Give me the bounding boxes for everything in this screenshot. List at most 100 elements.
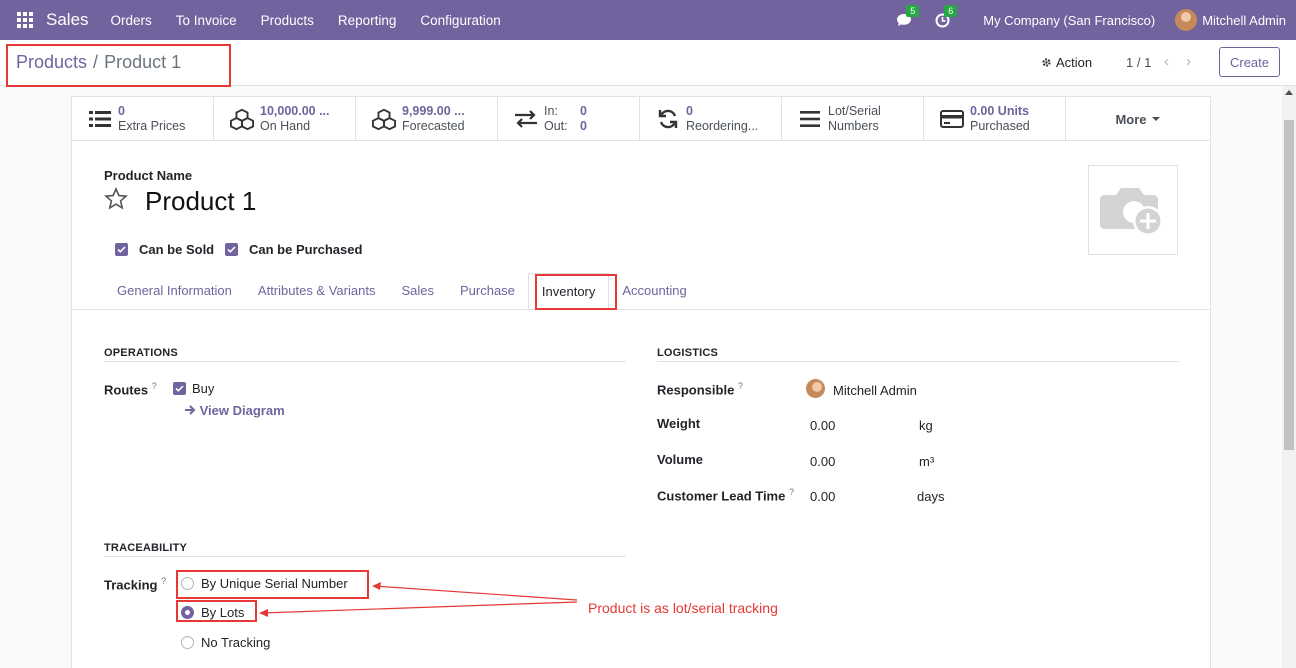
scroll-thumb[interactable]	[1284, 120, 1294, 450]
annotation-inventory-tab-box	[535, 274, 617, 310]
tracking-none-label: No Tracking	[201, 635, 271, 650]
lead-time-help-icon[interactable]: ?	[789, 487, 794, 497]
in-out-button[interactable]: In: 0 Out: 0	[498, 97, 640, 141]
top-navbar: Sales Orders To Invoice Products Reporti…	[0, 0, 1296, 40]
menu-products[interactable]: Products	[261, 13, 314, 28]
tab-purchase[interactable]: Purchase	[447, 273, 528, 309]
gear-icon	[1042, 58, 1051, 67]
can-be-purchased-field[interactable]: Can be Purchased	[225, 242, 362, 257]
operations-title: OPERATIONS	[104, 347, 178, 359]
arrow-right-icon	[185, 405, 196, 415]
tracking-none-radio[interactable]	[181, 636, 194, 649]
exchange-icon	[514, 107, 538, 131]
volume-unit: m³	[919, 454, 935, 469]
extra-prices-value: 0	[118, 104, 125, 118]
cubes-icon	[230, 107, 254, 131]
action-button[interactable]: Action	[1041, 55, 1092, 70]
menu-to-invoice[interactable]: To Invoice	[176, 13, 237, 28]
can-be-sold-field[interactable]: Can be Sold	[115, 242, 214, 257]
lot-serial-button[interactable]: Lot/Serial Numbers	[782, 97, 924, 141]
responsible-avatar	[806, 379, 825, 398]
menu-configuration[interactable]: Configuration	[420, 13, 500, 28]
forecasted-button[interactable]: 9,999.00 ... Forecasted	[356, 97, 498, 141]
pager-previous-icon[interactable]: ‹	[1164, 53, 1169, 70]
smart-buttons-bar: 0 Extra Prices 10,000.00 ... On Hand 9,999…	[72, 97, 1210, 141]
tabs-divider	[72, 309, 1210, 310]
route-buy-label: Buy	[192, 381, 215, 396]
weight-input[interactable]: 0.00	[810, 418, 835, 433]
annotation-serial-box	[176, 570, 369, 599]
customer-lead-time-input[interactable]: 0.00	[810, 489, 835, 504]
routes-help-icon[interactable]: ?	[152, 381, 157, 391]
can-be-sold-checkbox[interactable]	[115, 243, 128, 256]
weight-label: Weight	[657, 416, 701, 431]
tab-accounting[interactable]: Accounting	[609, 273, 699, 309]
on-hand-value: 10,000.00 ...	[260, 104, 330, 118]
can-be-sold-label: Can be Sold	[139, 242, 215, 257]
forecasted-value: 9,999.00 ...	[402, 104, 465, 118]
routes-label: Routes ?	[104, 381, 157, 397]
app-brand[interactable]: Sales	[46, 10, 89, 30]
lot-serial-label-2: Numbers	[828, 119, 879, 133]
more-button[interactable]: More	[1066, 97, 1210, 141]
create-button[interactable]: Create	[1219, 47, 1280, 77]
annotation-breadcrumb-box	[6, 44, 231, 87]
responsible-help-icon[interactable]: ?	[738, 381, 743, 391]
product-name-label: Product Name	[104, 168, 193, 183]
user-avatar[interactable]	[1175, 9, 1198, 31]
lot-serial-label-1: Lot/Serial	[828, 104, 881, 118]
pager-value[interactable]: 1 / 1	[1126, 55, 1151, 70]
on-hand-button[interactable]: 10,000.00 ... On Hand	[214, 97, 356, 141]
route-buy-checkbox[interactable]	[173, 382, 186, 395]
product-image-upload[interactable]	[1088, 165, 1178, 255]
page-scrollbar[interactable]	[1282, 86, 1296, 668]
company-switcher[interactable]: My Company (San Francisco)	[983, 13, 1155, 28]
caret-down-icon	[1151, 117, 1160, 121]
traceability-divider	[104, 556, 626, 557]
volume-label: Volume	[657, 452, 703, 467]
view-diagram-link[interactable]: View Diagram	[185, 403, 285, 418]
product-name-input[interactable]: Product 1	[145, 186, 256, 217]
menu-reporting[interactable]: Reporting	[338, 13, 397, 28]
logistics-title: LOGISTICS	[657, 347, 719, 359]
customer-lead-time-unit: days	[917, 489, 945, 504]
weight-unit: kg	[919, 418, 933, 433]
favorite-star-icon[interactable]	[104, 187, 128, 214]
extra-prices-label: Extra Prices	[118, 119, 186, 133]
tab-general-information[interactable]: General Information	[104, 273, 245, 309]
messages-button[interactable]: 5	[895, 5, 920, 29]
can-be-purchased-checkbox[interactable]	[225, 243, 238, 256]
scroll-up-icon[interactable]	[1285, 90, 1293, 95]
more-label: More	[1115, 111, 1147, 127]
responsible-label-text: Responsible	[657, 382, 735, 398]
purchased-value: 0.00 Units	[970, 104, 1030, 118]
activities-badge: 6	[944, 5, 958, 17]
tracking-help-icon[interactable]: ?	[161, 576, 166, 586]
extra-prices-button[interactable]: 0 Extra Prices	[72, 97, 214, 141]
user-menu[interactable]: Mitchell Admin	[1202, 13, 1286, 28]
traceability-title: TRACEABILITY	[104, 542, 188, 554]
purchased-button[interactable]: 0.00 Units Purchased	[924, 97, 1066, 141]
tab-sales[interactable]: Sales	[388, 273, 447, 309]
customer-lead-time-label-text: Customer Lead Time	[657, 488, 786, 504]
control-panel: Products / Product 1 Action 1 / 1 ‹ › Crea…	[0, 40, 1296, 87]
volume-input[interactable]: 0.00	[810, 454, 835, 469]
apps-menu-icon[interactable]	[17, 12, 33, 28]
annotation-lots-box	[176, 600, 257, 622]
tracking-label: Tracking ?	[104, 576, 166, 592]
tab-attributes-variants[interactable]: Attributes & Variants	[245, 273, 389, 309]
bars-icon	[798, 107, 822, 131]
pager-next-icon[interactable]: ›	[1186, 53, 1191, 70]
on-hand-label: On Hand	[260, 119, 311, 133]
reordering-label: Reordering...	[686, 119, 759, 133]
refresh-icon	[656, 107, 680, 131]
menu-orders[interactable]: Orders	[111, 13, 152, 28]
responsible-field[interactable]: Mitchell Admin	[833, 383, 917, 398]
reordering-button[interactable]: 0 Reordering...	[640, 97, 782, 141]
action-label: Action	[1056, 55, 1093, 70]
in-label: In:	[544, 104, 558, 118]
activities-button[interactable]: 6	[933, 5, 958, 29]
annotation-text: Product is as lot/serial tracking	[588, 600, 778, 616]
form-sheet: 0 Extra Prices 10,000.00 ... On Hand 9,999…	[71, 96, 1211, 668]
logistics-divider	[657, 361, 1179, 362]
